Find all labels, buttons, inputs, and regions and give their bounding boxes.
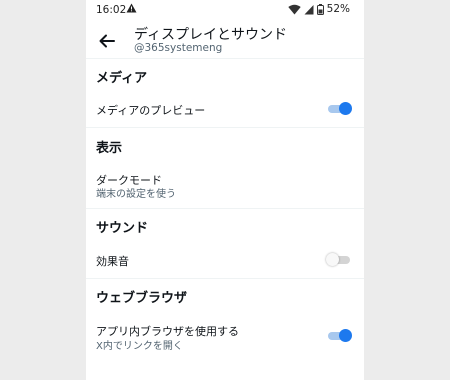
divider xyxy=(86,278,364,279)
phone-screen: 16:02 52% ディスプレイとサウンド @365systemeng メディア… xyxy=(86,0,364,380)
status-icons: 52% xyxy=(287,3,350,15)
section-title-browser: ウェブブラウザ xyxy=(96,291,188,306)
section-title-media: メディア xyxy=(96,71,148,86)
section-title-display: 表示 xyxy=(96,141,123,156)
account-handle: @365systemeng xyxy=(134,42,223,54)
media-preview-label[interactable]: メディアのプレビュー xyxy=(96,102,205,118)
section-title-sound: サウンド xyxy=(96,221,149,236)
divider xyxy=(86,208,364,209)
sound-effects-label[interactable]: 効果音 xyxy=(96,253,129,269)
battery-percent: 52% xyxy=(326,3,350,15)
divider xyxy=(86,127,364,128)
battery-icon xyxy=(316,3,324,15)
status-bar: 16:02 52% xyxy=(86,0,364,22)
wifi-icon xyxy=(287,4,301,15)
signal-icon xyxy=(304,4,314,15)
header: ディスプレイとサウンド @365systemeng xyxy=(86,22,364,58)
sound-effects-toggle[interactable] xyxy=(326,253,350,266)
in-app-browser-sub: X内でリンクを開く xyxy=(96,341,183,352)
page-title: ディスプレイとサウンド xyxy=(134,27,288,43)
header-divider xyxy=(86,58,364,59)
dark-mode-value: 端末の設定を使う xyxy=(96,189,176,200)
warning-icon xyxy=(126,3,137,16)
back-arrow-icon[interactable] xyxy=(96,30,118,52)
in-app-browser-toggle[interactable] xyxy=(328,329,352,342)
status-time: 16:02 xyxy=(96,4,127,16)
media-preview-toggle[interactable] xyxy=(328,102,352,115)
